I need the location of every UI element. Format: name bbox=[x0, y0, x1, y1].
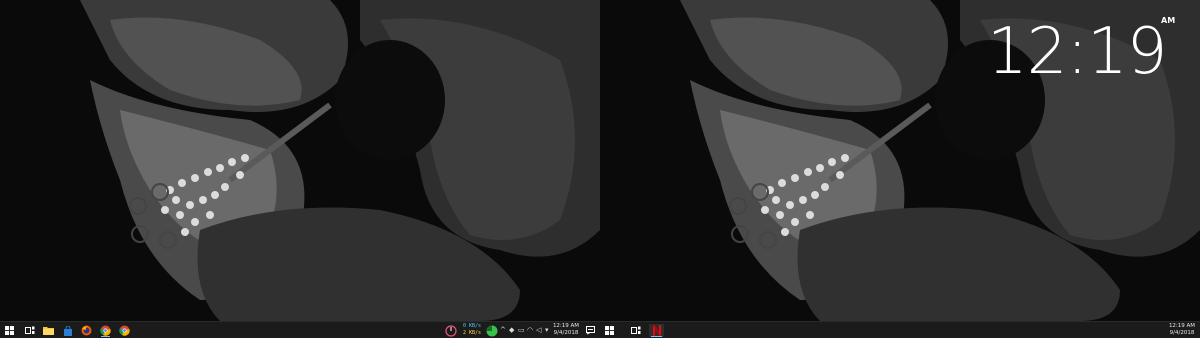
battery-icon[interactable]: ▭ bbox=[518, 326, 525, 335]
active-indicator bbox=[101, 336, 110, 337]
clock-date: 9/4/2018 bbox=[1169, 330, 1195, 336]
volume-icon[interactable]: ◁ bbox=[536, 326, 541, 335]
dropbox-icon[interactable]: ◆ bbox=[509, 326, 514, 335]
task-view-icon bbox=[630, 326, 640, 334]
taskbar-clock-right[interactable]: 12:19 AM 9/4/2018 bbox=[1165, 323, 1199, 337]
windows-start-button[interactable] bbox=[3, 324, 16, 337]
task-view-button[interactable] bbox=[629, 324, 642, 337]
chrome-icon bbox=[119, 325, 130, 336]
task-view-button[interactable] bbox=[23, 324, 36, 337]
folder-icon bbox=[43, 327, 54, 335]
netflix-button[interactable] bbox=[649, 324, 664, 337]
power-gauge[interactable] bbox=[444, 324, 457, 337]
right-monitor: 12:19 AM 12:19 AM 9/4/2018 bbox=[600, 0, 1200, 338]
left-monitor: 0 KB/s 2 KB/s ^ ◆ ▭ ◠ ◁ ▾ 12:19 AM 9/4/2… bbox=[0, 0, 600, 338]
desktop-clock-widget: 12:19 bbox=[987, 15, 1167, 89]
upload-speed: 0 KB/s bbox=[463, 323, 482, 329]
gauge-ring-icon bbox=[444, 324, 457, 337]
chrome-icon bbox=[100, 325, 111, 336]
store-button[interactable] bbox=[61, 324, 74, 337]
file-explorer-button[interactable] bbox=[42, 324, 55, 337]
wallpaper-flower bbox=[0, 0, 600, 321]
task-view-icon bbox=[24, 326, 34, 334]
taskbar-clock-left[interactable]: 12:19 AM 9/4/2018 bbox=[549, 323, 583, 337]
wifi-icon[interactable]: ◠ bbox=[527, 326, 533, 335]
clock-date: 9/4/2018 bbox=[553, 330, 579, 336]
download-speed: 2 KB/s bbox=[463, 330, 482, 336]
chrome-button-2[interactable] bbox=[118, 324, 131, 337]
netflix-icon bbox=[652, 325, 661, 336]
windows-start-button[interactable] bbox=[603, 324, 616, 337]
cpu-gauge[interactable] bbox=[485, 324, 498, 337]
clock-time: 12:19 AM bbox=[1168, 323, 1196, 329]
active-indicator bbox=[651, 336, 662, 337]
chevron-up-icon[interactable]: ^ bbox=[500, 326, 506, 335]
windows-logo-icon bbox=[605, 326, 614, 335]
store-bag-icon bbox=[63, 325, 72, 336]
green-gauge-icon bbox=[486, 325, 497, 336]
network-speed-meter[interactable]: 0 KB/s 2 KB/s bbox=[463, 323, 481, 337]
taskbar-right: 12:19 AM 9/4/2018 bbox=[600, 321, 1200, 338]
notification-icon bbox=[586, 326, 595, 335]
firefox-button[interactable] bbox=[80, 324, 93, 337]
action-center-button[interactable] bbox=[584, 324, 597, 337]
desktop-clock-ampm: AM bbox=[1161, 16, 1176, 25]
taskbar-left: 0 KB/s 2 KB/s ^ ◆ ▭ ◠ ◁ ▾ 12:19 AM 9/4/2… bbox=[0, 321, 600, 338]
chrome-button-1[interactable] bbox=[99, 324, 112, 337]
windows-logo-icon bbox=[5, 326, 14, 335]
firefox-icon bbox=[81, 325, 92, 336]
clock-time: 12:19 AM bbox=[552, 323, 580, 329]
input-icon[interactable]: ▾ bbox=[545, 326, 549, 335]
